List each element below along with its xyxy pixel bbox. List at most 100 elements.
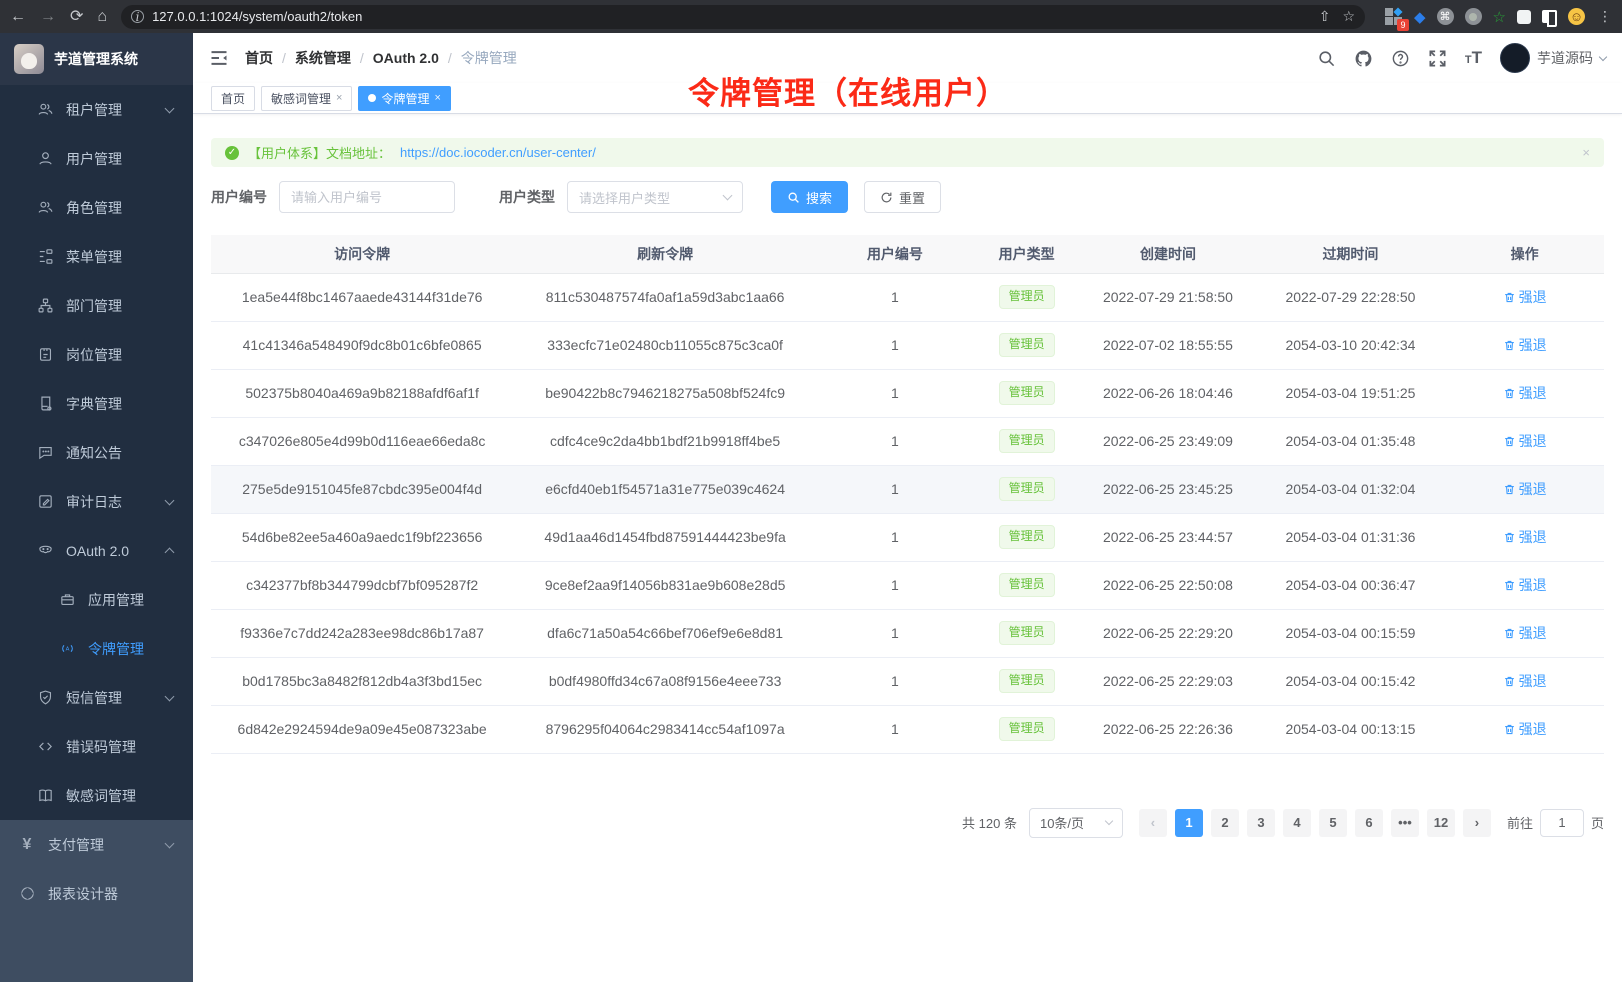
action-cell: 强退: [1445, 417, 1604, 465]
force-logout-button[interactable]: 强退: [1503, 383, 1547, 403]
sidebar-item-岗位管理[interactable]: 岗位管理: [0, 330, 193, 379]
force-logout-button[interactable]: 强退: [1503, 479, 1547, 499]
page-ellipsis[interactable]: •••: [1391, 809, 1419, 837]
user-menu[interactable]: 芋道源码: [1500, 43, 1606, 73]
user-type-badge: 管理员: [999, 333, 1055, 357]
breadcrumb-system[interactable]: 系统管理: [295, 48, 351, 68]
create-time-cell: 2022-07-02 18:55:55: [1080, 321, 1256, 369]
force-logout-button[interactable]: 强退: [1503, 431, 1547, 451]
command-extension-icon[interactable]: ⌘: [1437, 8, 1454, 25]
page-button-2[interactable]: 2: [1211, 809, 1239, 837]
breadcrumb-current: 令牌管理: [461, 48, 517, 68]
page-button-3[interactable]: 3: [1247, 809, 1275, 837]
next-page-button[interactable]: ›: [1463, 809, 1491, 837]
search-button[interactable]: 搜索: [771, 181, 848, 213]
page-button-12[interactable]: 12: [1427, 809, 1455, 837]
url-text[interactable]: 127.0.0.1:1024/system/oauth2/token: [152, 9, 1311, 24]
bookmark-star-icon[interactable]: ☆: [1342, 8, 1355, 25]
sidebar-item-支付管理[interactable]: ¥支付管理: [0, 820, 193, 869]
collapse-sidebar-icon[interactable]: [209, 48, 229, 68]
fullscreen-icon[interactable]: [1428, 49, 1447, 68]
prev-page-button[interactable]: ‹: [1139, 809, 1167, 837]
github-icon[interactable]: [1354, 49, 1373, 68]
sidebar-item-部门管理[interactable]: 部门管理: [0, 281, 193, 330]
back-icon[interactable]: ←: [10, 9, 26, 25]
puzzle-extensions-icon[interactable]: [1517, 10, 1531, 24]
sidebar-item-错误码管理[interactable]: 错误码管理: [0, 722, 193, 771]
force-logout-button[interactable]: 强退: [1503, 575, 1547, 595]
reload-icon[interactable]: ⟳: [70, 9, 83, 25]
sidebar-item-应用管理[interactable]: 应用管理: [0, 575, 193, 624]
page-button-1[interactable]: 1: [1175, 809, 1203, 837]
user-id-cell: 1: [817, 513, 973, 561]
forward-icon[interactable]: →: [40, 9, 56, 25]
sidebar-item-短信管理[interactable]: 短信管理: [0, 673, 193, 722]
expire-time-cell: 2054-03-04 01:31:36: [1256, 513, 1445, 561]
record-extension-icon[interactable]: [1465, 8, 1482, 25]
sidebar-item-字典管理[interactable]: 字典管理: [0, 379, 193, 428]
sidebar-item-报表设计器[interactable]: 报表设计器: [0, 869, 193, 918]
page-button-4[interactable]: 4: [1283, 809, 1311, 837]
sms-icon: [36, 689, 54, 707]
home-icon[interactable]: ⌂: [97, 9, 107, 25]
refresh-token-cell: 49d1aa46d1454fbd87591444423be9fa: [513, 513, 817, 561]
sidebar-item-敏感词管理[interactable]: 敏感词管理: [0, 771, 193, 820]
sidebar-item-令牌管理[interactable]: A令牌管理: [0, 624, 193, 673]
profile-avatar-icon[interactable]: ☺: [1568, 8, 1585, 25]
create-time-cell: 2022-07-29 21:58:50: [1080, 273, 1256, 321]
goto-page-input[interactable]: [1540, 809, 1584, 837]
browser-menu-icon[interactable]: ⋮: [1596, 8, 1612, 25]
close-icon[interactable]: ×: [336, 93, 342, 104]
diamond-extension-icon[interactable]: ◆: [1414, 8, 1426, 26]
tag-home[interactable]: 首页: [211, 86, 255, 111]
action-cell: 强退: [1445, 465, 1604, 513]
force-logout-button[interactable]: 强退: [1503, 287, 1547, 307]
share-icon[interactable]: ⇧: [1319, 8, 1331, 25]
alert-close-icon[interactable]: ×: [1582, 145, 1590, 160]
font-size-icon[interactable]: TT: [1465, 48, 1482, 68]
sidebar-item-租户管理[interactable]: 租户管理: [0, 85, 193, 134]
address-bar[interactable]: i 127.0.0.1:1024/system/oauth2/token ⇧ ☆: [121, 5, 1365, 29]
page-size-select[interactable]: 10条/页: [1029, 808, 1123, 838]
help-icon[interactable]: [1391, 49, 1410, 68]
sidebar-item-用户管理[interactable]: 用户管理: [0, 134, 193, 183]
sidebar-item-菜单管理[interactable]: 菜单管理: [0, 232, 193, 281]
star-extension-icon[interactable]: ☆: [1493, 8, 1506, 26]
user-name: 芋道源码: [1537, 48, 1593, 68]
extension-grid-icon[interactable]: 9: [1385, 8, 1403, 26]
sidebar-item-通知公告[interactable]: 通知公告: [0, 428, 193, 477]
dict-icon: [36, 395, 54, 413]
doc-link[interactable]: https://doc.iocoder.cn/user-center/: [400, 145, 596, 160]
breadcrumb-home[interactable]: 首页: [245, 48, 273, 68]
user-id-cell: 1: [817, 369, 973, 417]
split-screen-icon[interactable]: [1542, 10, 1557, 23]
page-button-5[interactable]: 5: [1319, 809, 1347, 837]
user-type-select[interactable]: 请选择用户类型: [567, 181, 743, 213]
close-icon[interactable]: ×: [434, 93, 440, 104]
refresh-token-cell: be90422b8c7946218275a508bf524fc9: [513, 369, 817, 417]
sidebar-item-审计日志[interactable]: 审计日志: [0, 477, 193, 526]
page-button-6[interactable]: 6: [1355, 809, 1383, 837]
site-info-icon[interactable]: i: [131, 10, 144, 23]
create-time-cell: 2022-06-25 22:29:20: [1080, 609, 1256, 657]
user-id-label: 用户编号: [211, 187, 267, 207]
search-icon[interactable]: [1317, 49, 1336, 68]
sidebar-item-角色管理[interactable]: 角色管理: [0, 183, 193, 232]
force-logout-button[interactable]: 强退: [1503, 623, 1547, 643]
create-time-cell: 2022-06-25 22:29:03: [1080, 657, 1256, 705]
sidebar-item-OAuth 2.0[interactable]: OAuth 2.0: [0, 526, 193, 575]
force-logout-button[interactable]: 强退: [1503, 671, 1547, 691]
user-id-input[interactable]: [279, 181, 455, 213]
notice-icon: [36, 444, 54, 462]
reset-button[interactable]: 重置: [864, 181, 941, 213]
app-logo-row[interactable]: 芋道管理系统: [0, 33, 193, 85]
tag-token[interactable]: 令牌管理 ×: [358, 86, 450, 111]
expire-time-cell: 2054-03-10 20:42:34: [1256, 321, 1445, 369]
user-id-cell: 1: [817, 705, 973, 753]
table-row: 6d842e2924594de9a09e45e087323abe8796295f…: [211, 705, 1604, 753]
tag-sensitive[interactable]: 敏感词管理 ×: [261, 86, 352, 111]
breadcrumb-oauth[interactable]: OAuth 2.0: [373, 50, 439, 66]
force-logout-button[interactable]: 强退: [1503, 527, 1547, 547]
force-logout-button[interactable]: 强退: [1503, 719, 1547, 739]
force-logout-button[interactable]: 强退: [1503, 335, 1547, 355]
